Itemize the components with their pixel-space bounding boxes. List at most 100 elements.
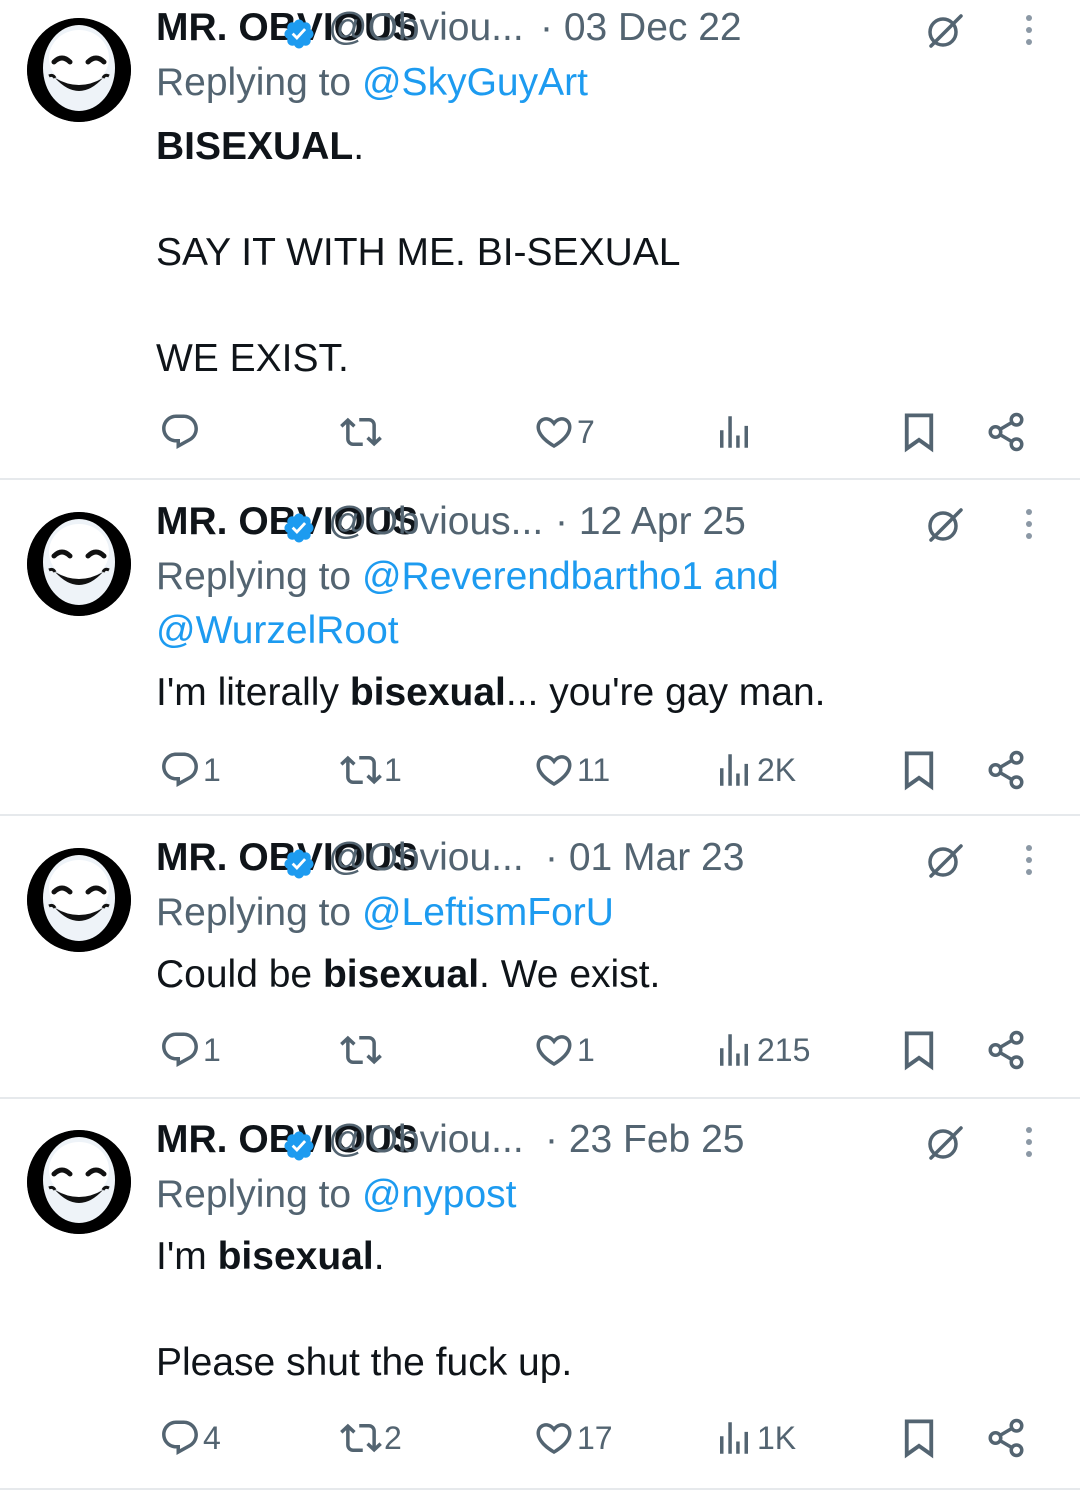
tweet-text-line: I'm bisexual. <box>156 1230 1036 1283</box>
tweet-text-span: Could be <box>156 953 323 996</box>
grok-icon[interactable] <box>925 10 965 50</box>
share-button[interactable] <box>985 1408 1027 1468</box>
verified-badge-icon <box>282 1123 316 1161</box>
replying-prefix: Replying to <box>156 555 352 598</box>
reply-icon <box>159 1417 201 1459</box>
replying-to: @WurzelRoot <box>156 603 399 659</box>
share-icon <box>985 1417 1027 1459</box>
views-button[interactable]: 1K <box>713 1408 796 1468</box>
tweet-text-bold: bisexual <box>349 671 506 714</box>
tweet-header: MR. OBVIOUS @Obvious... · 12 Apr 25 <box>156 494 986 550</box>
tweet[interactable]: MR. OBVIOUS @Obvious... · 12 Apr 25 Replyin… <box>0 494 1080 814</box>
reply-button[interactable]: 1 <box>159 1020 221 1080</box>
bookmark-button[interactable] <box>898 402 940 462</box>
tweet-date[interactable]: · 03 Dec 22 <box>540 0 742 56</box>
avatar[interactable] <box>27 848 131 952</box>
tweet[interactable]: MR. OBVIOUS @Obviou... · 23 Feb 25 Replying… <box>0 1112 1080 1488</box>
bookmark-button[interactable] <box>898 1020 940 1080</box>
mention-link[interactable]: @WurzelRoot <box>156 609 399 652</box>
tweet-text-line <box>156 173 1036 226</box>
tweet-text-span: I'm <box>156 1235 218 1278</box>
share-button[interactable] <box>985 402 1027 462</box>
replying-prefix: Replying to <box>156 1173 352 1216</box>
tweet-text-span: . <box>353 125 365 168</box>
avatar[interactable] <box>27 1130 131 1234</box>
avatar[interactable] <box>27 512 131 616</box>
more-options-icon[interactable] <box>1017 840 1041 880</box>
retweet-button[interactable]: 2 <box>340 1408 402 1468</box>
bookmark-button[interactable] <box>898 740 940 800</box>
tweet-text-line: I'm literally bisexual... you're gay man… <box>156 666 1036 719</box>
tweet-text-line: BISEXUAL. <box>156 120 1036 173</box>
views-button[interactable]: 2K <box>713 740 796 800</box>
retweet-button[interactable] <box>340 402 384 462</box>
tweet-text-bold: bisexual <box>322 953 480 996</box>
views-count: 1K <box>757 1420 797 1456</box>
mention-link[interactable]: @nypost <box>362 1173 517 1216</box>
share-button[interactable] <box>985 1020 1027 1080</box>
tweet-date[interactable]: · 23 Feb 25 <box>545 1112 744 1168</box>
tweet-header: MR. OBVIOUS @Obviou... · 03 Dec 22 <box>156 0 986 56</box>
share-button[interactable] <box>985 740 1027 800</box>
like-button[interactable]: 11 <box>533 740 610 800</box>
avatar[interactable] <box>27 18 131 122</box>
like-button[interactable]: 17 <box>533 1408 613 1468</box>
replying-to: Replying to @LeftismForU <box>156 885 614 941</box>
grok-icon[interactable] <box>925 840 965 880</box>
tweet-date[interactable]: · 12 Apr 25 <box>555 494 746 550</box>
retweet-icon <box>340 749 382 791</box>
tweet-text: BISEXUAL. SAY IT WITH ME. BI-SEXUAL WE E… <box>156 120 1036 385</box>
like-button[interactable]: 7 <box>533 402 595 462</box>
like-count: 7 <box>577 414 595 450</box>
retweet-icon <box>340 1417 382 1459</box>
reply-feed: MR. OBVIOUS @Obviou... · 03 Dec 22 Replying… <box>0 0 1080 1503</box>
author-handle[interactable]: @Obvious... <box>328 494 543 550</box>
tweet-actions: 4 2 17 1K <box>0 1408 1080 1468</box>
more-options-icon[interactable] <box>1017 504 1041 544</box>
tweet[interactable]: MR. OBVIOUS @Obviou... · 01 Mar 23 Replying… <box>0 830 1080 1097</box>
author-handle[interactable]: @Obviou... <box>328 1112 524 1168</box>
tweet-actions: 1 1 215 <box>0 1020 1080 1080</box>
retweet-button[interactable]: 1 <box>340 740 402 800</box>
retweet-icon <box>340 1029 382 1071</box>
tweet-actions: 1 1 11 2K <box>0 740 1080 800</box>
verified-badge-icon <box>282 841 316 879</box>
tweet-actions: 7 <box>0 402 1080 462</box>
tweet-text: I'm literally bisexual... you're gay man… <box>156 666 1036 719</box>
author-handle[interactable]: @Obviou... <box>328 0 524 56</box>
tweet[interactable]: MR. OBVIOUS @Obviou... · 03 Dec 22 Replying… <box>0 0 1080 478</box>
tweet-text-span: . <box>373 1235 385 1278</box>
views-button[interactable]: 215 <box>713 1020 810 1080</box>
like-count: 17 <box>577 1420 613 1456</box>
reply-button[interactable]: 4 <box>159 1408 221 1468</box>
replying-prefix: Replying to <box>156 891 352 934</box>
divider <box>0 814 1080 816</box>
reply-button[interactable] <box>159 402 203 462</box>
more-options-icon[interactable] <box>1017 1122 1041 1162</box>
views-icon <box>713 749 755 791</box>
bookmark-button[interactable] <box>898 1408 940 1468</box>
heart-icon <box>533 1029 575 1071</box>
reply-button[interactable]: 1 <box>159 740 221 800</box>
heart-icon <box>533 1417 575 1459</box>
tweet-text-line: Please shut the fuck up. <box>156 1336 1036 1389</box>
reply-icon <box>159 749 201 791</box>
author-handle[interactable]: @Obviou... <box>328 830 524 886</box>
tweet-text-span: I'm literally <box>156 671 350 714</box>
tweet-date[interactable]: · 01 Mar 23 <box>545 830 744 886</box>
grok-icon[interactable] <box>925 1122 965 1162</box>
mention-link[interactable]: @SkyGuyArt <box>362 61 588 104</box>
bookmark-icon <box>898 1029 940 1071</box>
share-icon <box>985 749 1027 791</box>
reply-count: 4 <box>203 1420 221 1456</box>
retweet-button[interactable] <box>340 1020 384 1080</box>
like-button[interactable]: 1 <box>533 1020 595 1080</box>
views-count: 215 <box>757 1032 811 1068</box>
grok-icon[interactable] <box>925 504 965 544</box>
tweet-text-span: WE EXIST. <box>156 337 349 380</box>
more-options-icon[interactable] <box>1017 10 1041 50</box>
views-button[interactable] <box>713 402 757 462</box>
mention-link[interactable]: @LeftismForU <box>362 891 614 934</box>
mention-link[interactable]: @Reverendbartho1 and <box>362 555 779 598</box>
share-icon <box>985 411 1027 453</box>
